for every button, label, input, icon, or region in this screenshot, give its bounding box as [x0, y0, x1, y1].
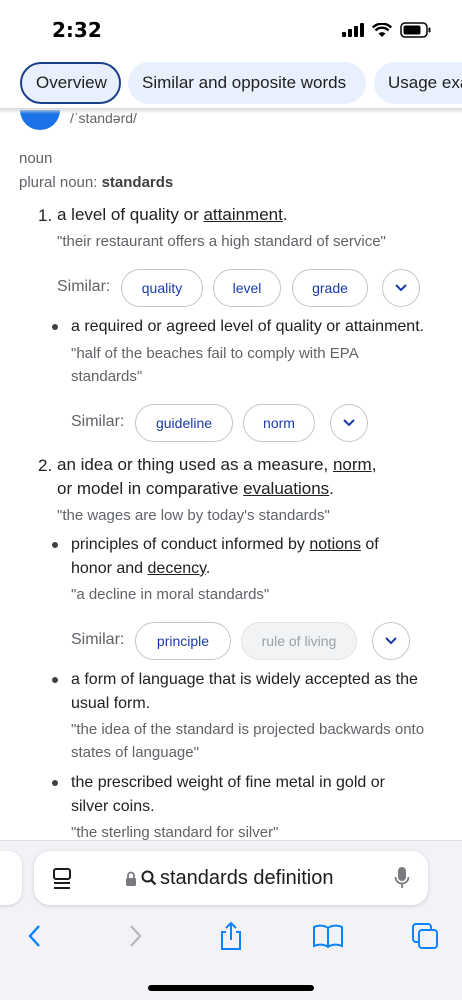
definition-content: /ˈstandərd/ noun plural noun: standards …: [0, 110, 462, 840]
signal-icon: [342, 23, 364, 37]
similar-label: Similar:: [57, 278, 111, 295]
def-link[interactable]: norm: [333, 455, 372, 474]
similar-label: Similar:: [71, 631, 125, 648]
sense-number: 1.: [38, 206, 53, 225]
more-similar-button[interactable]: [382, 269, 420, 307]
bullet: [52, 542, 58, 548]
subsense-definition: principles of conduct informed by notion…: [71, 533, 379, 557]
def-text: of: [360, 536, 379, 553]
url-text[interactable]: standards definition: [160, 867, 333, 890]
chip-label: grade: [312, 280, 348, 296]
def-text: principles of conduct informed by: [71, 536, 310, 553]
similar-chip[interactable]: level: [213, 269, 281, 307]
status-bar: 2:32: [0, 0, 462, 56]
similar-label: Similar:: [71, 413, 125, 430]
more-similar-button[interactable]: [372, 622, 410, 660]
previous-tab-preview[interactable]: [0, 851, 22, 905]
subsense-definition: a form of language that is widely accept…: [71, 671, 418, 712]
similar-chip[interactable]: principle: [135, 622, 231, 660]
chip-label: level: [232, 280, 262, 296]
subsense-definition: the prescribed weight of fine metal in g…: [71, 774, 385, 815]
sense-number: 2.: [38, 456, 53, 475]
chevron-down-icon: [395, 284, 407, 292]
subsense-example: "half of the beaches fail to comply with…: [71, 345, 358, 385]
chip-label: guideline: [155, 415, 213, 431]
tabs-button[interactable]: [408, 919, 442, 953]
sense-example: "their restaurant offers a high standard…: [57, 233, 386, 250]
similar-chip[interactable]: guideline: [135, 404, 233, 442]
back-button[interactable]: [18, 919, 52, 953]
def-link[interactable]: notions: [309, 536, 361, 553]
def-text: an idea or thing used as a measure,: [57, 455, 333, 474]
chip-label: quality: [141, 280, 183, 296]
battery-icon: [400, 22, 431, 38]
bullet: [52, 324, 58, 330]
tab-overview[interactable]: Overview: [20, 62, 121, 104]
sense-example: "the wages are low by today's standards": [57, 507, 330, 524]
sense-definition: an idea or thing used as a measure, norm…: [57, 453, 376, 477]
def-text: a level of quality or: [57, 205, 204, 224]
def-link[interactable]: decency: [148, 560, 206, 577]
chip-label: norm: [263, 415, 295, 431]
similar-chip[interactable]: grade: [292, 269, 368, 307]
part-of-speech: noun: [19, 150, 53, 167]
bookmarks-button[interactable]: [311, 919, 345, 953]
subsense-definition-line2: honor and decency.: [71, 557, 210, 581]
tabs-divider: [0, 108, 462, 114]
subsense-example: "a decline in moral standards": [71, 586, 270, 603]
address-bar[interactable]: standards definition: [34, 851, 428, 905]
microphone-icon[interactable]: [394, 866, 410, 890]
tab-similar-opposite[interactable]: Similar and opposite words: [128, 62, 366, 104]
search-icon: [141, 870, 157, 886]
def-text: .: [205, 560, 211, 577]
share-icon: [221, 921, 241, 950]
similar-chip[interactable]: quality: [121, 269, 203, 307]
status-time: 2:32: [52, 18, 102, 42]
browser-bottom-bar: standards definition: [0, 840, 462, 1000]
home-indicator[interactable]: [148, 985, 314, 991]
sense-definition-line2: or model in comparative evaluations.: [57, 477, 334, 501]
def-text: .: [282, 205, 288, 224]
chip-label: principle: [156, 633, 210, 649]
def-text: .: [329, 479, 334, 498]
status-icons: [342, 22, 432, 38]
subsense-example: "the sterling standard for silver": [71, 824, 279, 840]
def-link[interactable]: attainment: [203, 205, 282, 224]
similar-chip[interactable]: norm: [243, 404, 315, 442]
def-link[interactable]: evaluations: [243, 479, 329, 498]
bullet: [52, 780, 58, 786]
forward-icon: [130, 925, 142, 947]
bookmarks-icon: [313, 924, 343, 948]
bullet: [52, 677, 58, 683]
plural-value: standards: [101, 174, 174, 191]
chevron-down-icon: [385, 637, 397, 645]
tabs-icon: [412, 923, 438, 949]
wifi-icon: [372, 22, 392, 37]
def-text: or model in comparative: [57, 479, 244, 498]
chip-label: rule of living: [261, 633, 337, 649]
browser-toolbar: [0, 919, 462, 959]
lock-icon: [126, 871, 136, 886]
more-similar-button[interactable]: [330, 404, 368, 442]
tab-label: Usage examples: [388, 73, 462, 92]
plural-label: plural noun:: [19, 174, 102, 191]
def-text: honor and: [71, 560, 148, 577]
tab-label: Overview: [36, 73, 107, 92]
section-tabs: Overview Similar and opposite words Usag…: [0, 58, 462, 110]
subsense-definition: a required or agreed level of quality or…: [71, 318, 425, 335]
subsense-example: "the idea of the standard is projected b…: [71, 721, 425, 761]
tab-label: Similar and opposite words: [142, 73, 347, 92]
sense-definition: a level of quality or attainment.: [57, 203, 288, 227]
back-icon: [28, 925, 40, 947]
share-button[interactable]: [214, 919, 248, 953]
tab-usage-examples[interactable]: Usage examples: [374, 62, 462, 104]
forward-button[interactable]: [118, 919, 152, 953]
similar-chip[interactable]: rule of living: [241, 622, 357, 660]
tab-overview-icon[interactable]: [52, 867, 72, 891]
def-text: ,: [371, 455, 377, 474]
chevron-down-icon: [343, 419, 355, 427]
plural-form: plural noun: standards: [19, 174, 173, 191]
